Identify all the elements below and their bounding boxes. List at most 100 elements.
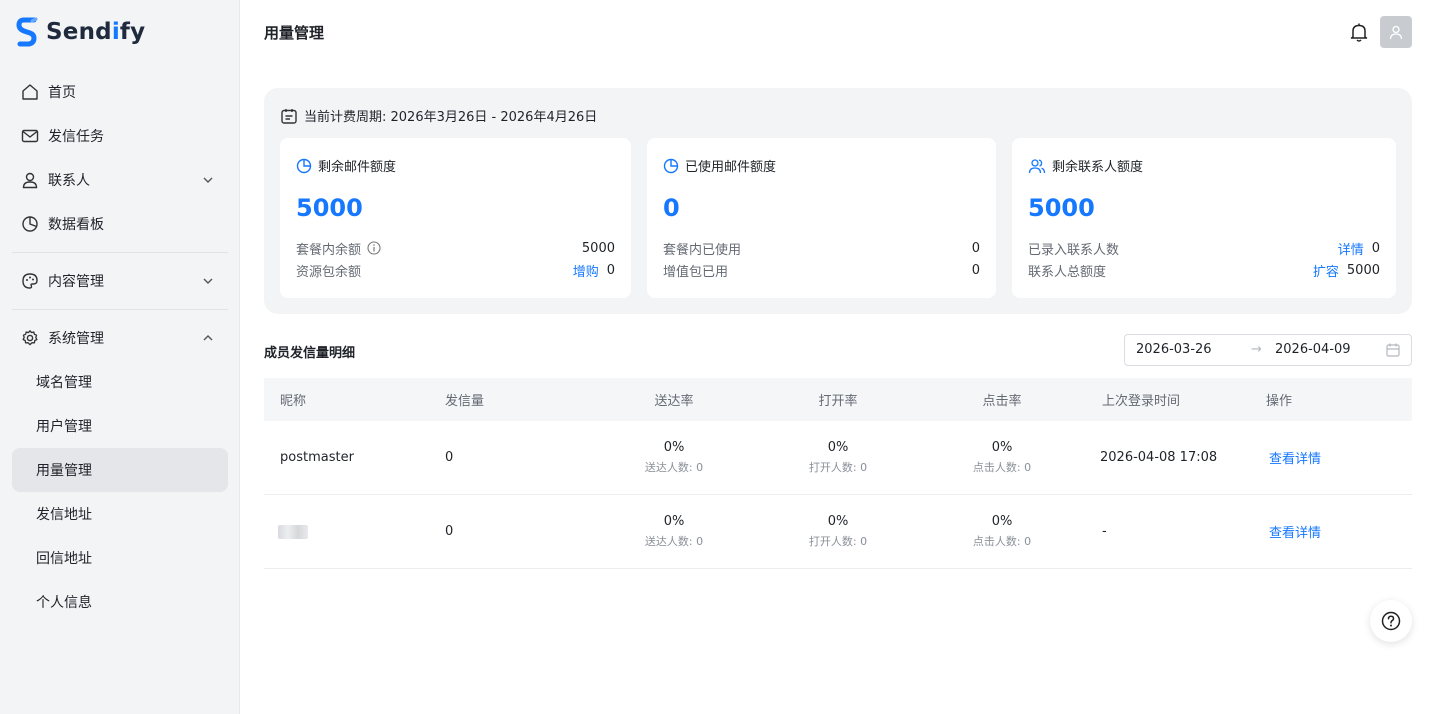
row-label: 套餐内已使用 — [663, 242, 742, 258]
purchase-more-link[interactable]: 增购 — [573, 261, 599, 280]
row-label: 资源包余额 — [296, 264, 362, 280]
click-rate-cell: 0% 点击人数: 0 — [952, 495, 1052, 568]
section-title: 成员发信量明细 — [264, 346, 356, 361]
row-value: 0 — [971, 240, 980, 256]
sidebar-item-usage[interactable]: 用量管理 — [12, 448, 228, 492]
card-title: 剩余邮件额度 — [296, 156, 396, 175]
user-icon — [20, 170, 40, 190]
pie-chart-icon — [296, 158, 312, 173]
rate-sub: 送达人数: 0 — [644, 461, 704, 474]
view-details-link[interactable]: 查看详情 — [1269, 421, 1321, 494]
card-value: 0 — [663, 194, 680, 222]
rate-value: 0% — [663, 440, 685, 455]
row-label: 已录入联系人数 — [1028, 242, 1120, 258]
open-rate-cell: 0% 打开人数: 0 — [788, 495, 888, 568]
divider — [12, 252, 228, 253]
sidebar-item-users[interactable]: 用户管理 — [12, 404, 228, 448]
rate-value: 0% — [991, 514, 1013, 529]
sidebar-item-label: 内容管理 — [48, 274, 104, 290]
date-range-picker[interactable]: 2026-03-26 → 2026-04-09 — [1124, 334, 1412, 366]
sidebar-item-label: 系统管理 — [48, 331, 104, 347]
delivery-rate-cell: 0% 送达人数: 0 — [624, 495, 724, 568]
brand-name: Sendify — [46, 19, 146, 45]
date-start[interactable]: 2026-03-26 — [1136, 342, 1212, 357]
row-label: 套餐内余额 — [296, 242, 362, 258]
card-title-text: 剩余邮件额度 — [318, 160, 397, 175]
column-header: 操作 — [1266, 394, 1293, 409]
rate-sub: 点击人数: 0 — [972, 461, 1032, 474]
billing-period: 当前计费周期: 2026年3月26日 - 2026年4月26日 — [280, 106, 597, 125]
bell-icon[interactable] — [1348, 21, 1370, 43]
card-row: 增值包已用 0 — [663, 260, 980, 280]
row-value: 0 — [606, 262, 615, 278]
sidebar-item-reply-address[interactable]: 回信地址 — [12, 536, 228, 580]
open-rate-cell: 0% 打开人数: 0 — [788, 421, 888, 494]
billing-panel: 当前计费周期: 2026年3月26日 - 2026年4月26日 剩余邮件额度 5… — [264, 88, 1412, 314]
sent-cell: 0 — [445, 450, 454, 465]
sidebar-item-dashboard[interactable]: 数据看板 — [12, 202, 228, 246]
card-row: 联系人总额度 扩容 5000 — [1028, 260, 1380, 280]
sidebar: Sendify 首页 发信任务 联系人 数据看板 内容管理 系统管理 域名管理 … — [0, 0, 240, 714]
remaining-contact-quota-card: 剩余联系人额度 5000 已录入联系人数 详情 0 联系人总额度 扩容 5000 — [1012, 138, 1396, 298]
card-row: 资源包余额 增购 0 — [296, 260, 615, 280]
rate-sub: 打开人数: 0 — [808, 461, 868, 474]
sidebar-item-profile[interactable]: 个人信息 — [12, 580, 228, 624]
column-header: 昵称 — [280, 394, 307, 409]
card-title-text: 已使用邮件额度 — [685, 160, 777, 175]
divider — [12, 309, 228, 310]
info-icon[interactable] — [367, 241, 381, 255]
question-icon — [1381, 611, 1401, 631]
rate-sub: 点击人数: 0 — [972, 535, 1032, 548]
sidebar-item-system[interactable]: 系统管理 — [12, 316, 228, 360]
column-header: 发信量 — [445, 394, 485, 409]
rate-sub: 打开人数: 0 — [808, 535, 868, 548]
used-email-quota-card: 已使用邮件额度 0 套餐内已使用 0 增值包已用 0 — [647, 138, 996, 298]
expand-link[interactable]: 扩容 — [1313, 261, 1339, 280]
help-button[interactable] — [1370, 600, 1412, 642]
card-title: 剩余联系人额度 — [1028, 156, 1143, 175]
billing-period-text: 当前计费周期: 2026年3月26日 - 2026年4月26日 — [304, 110, 598, 125]
card-row: 套餐内已使用 0 — [663, 238, 980, 258]
row-value: 0 — [1371, 240, 1380, 256]
sidebar-item-label: 发信地址 — [36, 507, 92, 523]
view-details-link[interactable]: 查看详情 — [1269, 495, 1321, 568]
calendar-icon — [1386, 343, 1400, 357]
chevron-down-icon — [203, 177, 213, 183]
table-row: 0 0% 送达人数: 0 0% 打开人数: 0 0% 点击人数: 0 - 查看详… — [264, 495, 1412, 569]
arrow-right-icon: → — [1251, 342, 1262, 357]
members-table: 昵称 发信量 送达率 打开率 点击率 上次登录时间 操作 postmaster … — [264, 378, 1412, 569]
sidebar-item-tasks[interactable]: 发信任务 — [12, 114, 228, 158]
sidebar-item-label: 发信任务 — [48, 129, 104, 145]
date-end[interactable]: 2026-04-09 — [1275, 342, 1351, 357]
sidebar-item-domain[interactable]: 域名管理 — [12, 360, 228, 404]
sidebar-item-sender-address[interactable]: 发信地址 — [12, 492, 228, 536]
column-header: 打开率 — [818, 394, 858, 409]
table-row: postmaster 0 0% 送达人数: 0 0% 打开人数: 0 0% 点击… — [264, 421, 1412, 495]
column-header: 上次登录时间 — [1102, 394, 1181, 409]
rate-value: 0% — [663, 514, 685, 529]
card-title-text: 剩余联系人额度 — [1052, 160, 1144, 175]
table-header: 昵称 发信量 送达率 打开率 点击率 上次登录时间 操作 — [264, 378, 1412, 421]
card-value: 5000 — [296, 194, 363, 222]
avatar[interactable] — [1380, 16, 1412, 48]
sidebar-item-home[interactable]: 首页 — [12, 70, 228, 114]
palette-icon — [20, 271, 40, 291]
sidebar-item-label: 用量管理 — [36, 463, 92, 479]
sidebar-item-label: 回信地址 — [36, 551, 92, 567]
home-icon — [20, 82, 40, 102]
sent-cell: 0 — [445, 524, 454, 539]
chevron-up-icon — [203, 335, 213, 341]
details-link[interactable]: 详情 — [1338, 239, 1364, 258]
column-header: 送达率 — [654, 394, 694, 409]
card-row: 已录入联系人数 详情 0 — [1028, 238, 1380, 258]
remaining-email-quota-card: 剩余邮件额度 5000 套餐内余额 5000 资源包余额 增购 0 — [280, 138, 631, 298]
sidebar-item-content[interactable]: 内容管理 — [12, 259, 228, 303]
row-label: 联系人总额度 — [1028, 264, 1107, 280]
sidebar-item-label: 个人信息 — [36, 595, 92, 611]
sendify-logo-icon — [16, 17, 38, 47]
brand-logo[interactable]: Sendify — [16, 16, 145, 48]
mail-icon — [20, 126, 40, 146]
row-value: 5000 — [581, 240, 615, 256]
sidebar-nav: 首页 发信任务 联系人 数据看板 内容管理 系统管理 域名管理 用户管理 用量管… — [12, 70, 228, 624]
sidebar-item-contacts[interactable]: 联系人 — [12, 158, 228, 202]
